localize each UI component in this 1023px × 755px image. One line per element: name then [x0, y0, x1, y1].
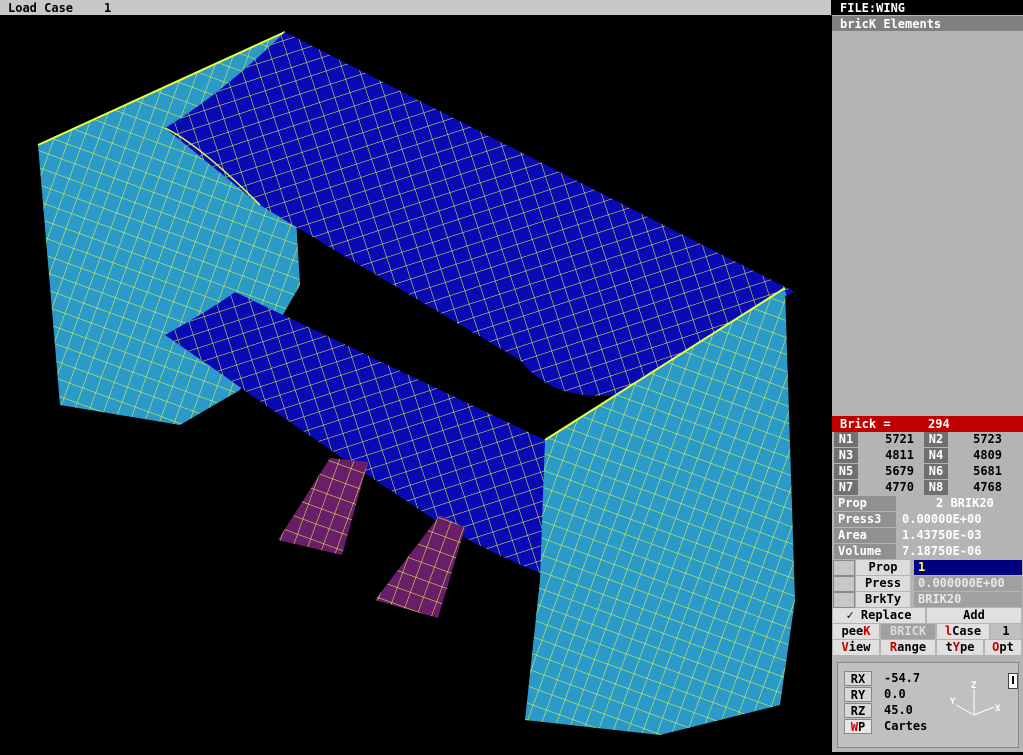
type-label-a: t: [945, 640, 953, 654]
ry-label[interactable]: RY: [844, 687, 872, 702]
axis-triad-icon: Z Y X: [950, 681, 1001, 716]
lcase-value[interactable]: 1: [991, 624, 1021, 639]
range-button[interactable]: Range: [881, 640, 935, 655]
prop-input[interactable]: 1: [914, 560, 1022, 575]
node-row: N7 4770 N8 4768: [832, 480, 1023, 496]
panel-title: bricK Elements: [840, 17, 942, 31]
info-value: 1.43750E-03: [902, 528, 982, 542]
coord-system: Cartes: [884, 719, 928, 733]
replace-label: ✓ Replace: [846, 608, 912, 622]
load-case-value: 1: [104, 1, 112, 15]
node-value: 5679: [885, 464, 914, 478]
type-hotkey: Y: [952, 640, 960, 654]
add-button[interactable]: Add: [927, 608, 1021, 623]
axis-z-label: Z: [971, 681, 977, 691]
brick-type-button[interactable]: BRICK: [881, 624, 935, 639]
info-row-area: Area 1.43750E-03: [832, 528, 1023, 544]
view-orientation-box: RX -54.7 RY 0.0 RZ 45.0 WP Cartes Z Y X: [837, 662, 1019, 748]
type-label-c: pe: [960, 640, 975, 654]
node-label: N7: [834, 480, 858, 495]
model-viewport[interactable]: [0, 15, 831, 752]
peek-hotkey: K: [863, 624, 871, 638]
lcase-value-text: 1: [1002, 624, 1010, 638]
info-row-volume: Volume 7.18750E-06: [832, 544, 1023, 560]
replace-button[interactable]: ✓ Replace: [833, 608, 925, 623]
node-value: 5723: [973, 432, 1002, 446]
info-label: Area: [834, 528, 896, 543]
node-value: 4809: [973, 448, 1002, 462]
brickty-input[interactable]: BRIK20: [914, 592, 1022, 607]
brickty-checkbox[interactable]: [833, 592, 855, 608]
rx-label[interactable]: RX: [844, 671, 872, 686]
load-case-bar: Load Case 1: [0, 0, 831, 15]
prop-checkbox[interactable]: [833, 560, 855, 576]
node-label: N3: [834, 448, 858, 463]
view-hotkey: V: [841, 640, 849, 654]
view-label: iew: [848, 640, 871, 654]
add-label: Add: [963, 608, 985, 622]
opt-button[interactable]: Opt: [985, 640, 1021, 655]
peek-label: pee: [841, 624, 864, 638]
node-value: 4770: [885, 480, 914, 494]
press-checkbox[interactable]: [833, 576, 855, 592]
view-button[interactable]: View: [833, 640, 879, 655]
info-row-prop: Prop 2 BRIK20: [832, 496, 1023, 512]
load-case-label: Load Case: [8, 1, 74, 15]
field-label: Press: [856, 576, 910, 591]
node-label: N1: [834, 432, 858, 447]
info-label: Volume: [834, 544, 896, 559]
wp-label: P: [858, 720, 866, 734]
left-fin: [278, 458, 368, 555]
rz-value: 45.0: [884, 703, 913, 717]
wp-hotkey: W: [850, 720, 858, 734]
rx-value: -54.7: [884, 671, 921, 685]
range-label: ange: [897, 640, 927, 654]
wp-button[interactable]: WP: [844, 719, 872, 734]
peek-button[interactable]: peeK: [833, 624, 879, 639]
field-label: Prop: [856, 560, 910, 575]
field-row-press: Press 0.000000E+00: [832, 576, 1023, 592]
node-row: N1 5721 N2 5723: [832, 432, 1023, 448]
ry-value: 0.0: [884, 687, 906, 701]
press-input[interactable]: 0.000000E+00: [914, 576, 1022, 591]
lcase-label: Case: [952, 624, 982, 638]
lcase-button[interactable]: lCase: [937, 624, 989, 639]
brick-id: 294: [928, 417, 950, 431]
axis-y-label: Y: [950, 697, 956, 707]
axis-x-label: X: [995, 704, 1001, 714]
info-value: 0.00000E+00: [902, 512, 982, 526]
field-row-prop: Prop 1: [832, 560, 1023, 576]
brick-type-label: BRICK: [889, 624, 927, 638]
node-value: 5681: [973, 464, 1002, 478]
file-title: FILE:WING: [840, 1, 906, 15]
info-value: 7.18750E-06: [902, 544, 982, 558]
node-value: 4768: [973, 480, 1002, 494]
node-row: N3 4811 N4 4809: [832, 448, 1023, 464]
right-fin: [375, 515, 465, 618]
info-label: Prop: [834, 496, 896, 511]
node-label: N4: [924, 448, 948, 463]
panel-title-bar: bricK Elements: [832, 16, 1023, 31]
info-label: Press3: [834, 512, 896, 527]
opt-label: pt: [999, 640, 1014, 654]
field-row-brickty: BrkTy BRIK20: [832, 592, 1023, 608]
node-label: N2: [924, 432, 948, 447]
node-value: 5721: [885, 432, 914, 446]
node-row: N5 5679 N6 5681: [832, 464, 1023, 480]
node-label: N6: [924, 464, 948, 479]
node-label: N8: [924, 480, 948, 495]
info-row-press3: Press3 0.00000E+00: [832, 512, 1023, 528]
rz-label[interactable]: RZ: [844, 703, 872, 718]
scroll-indicator-icon[interactable]: [1008, 673, 1018, 689]
wing-mesh-drawing[interactable]: [0, 15, 831, 752]
node-value: 4811: [885, 448, 914, 462]
file-title-bar: FILE:WING: [832, 0, 1023, 15]
node-label: N5: [834, 464, 858, 479]
info-value: 2 BRIK20: [936, 496, 994, 510]
brick-header: Brick = 294: [832, 416, 1023, 432]
element-panel: FILE:WING bricK Elements Brick = 294 N1 …: [832, 0, 1023, 752]
field-label: BrkTy: [856, 592, 910, 607]
brick-label: Brick =: [840, 417, 891, 431]
type-button[interactable]: tYpe: [937, 640, 983, 655]
